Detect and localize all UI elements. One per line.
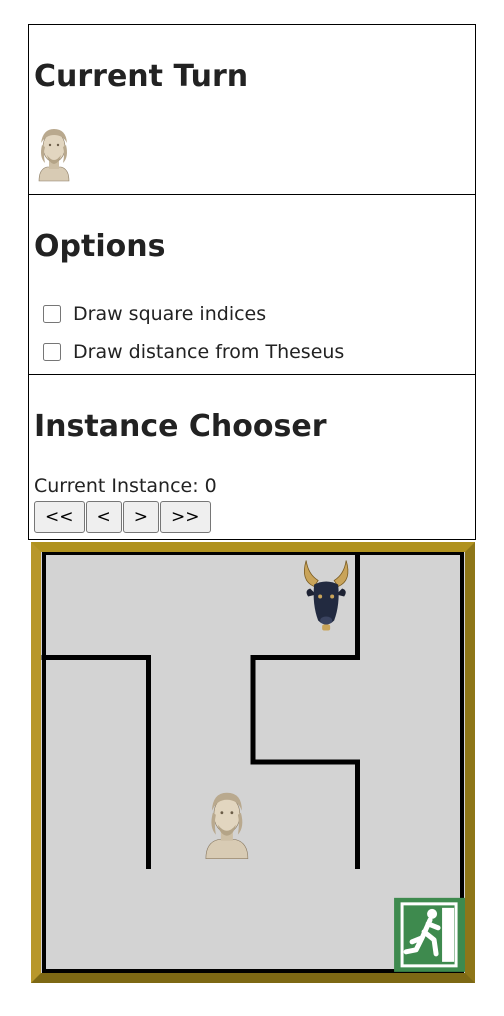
distance-checkbox[interactable]: [43, 343, 61, 361]
current-instance-label: Current Instance: 0: [34, 475, 217, 497]
square-indices-label: Draw square indices: [73, 303, 267, 325]
first-instance-button[interactable]: <<: [34, 501, 85, 533]
instance-chooser-title: Instance Chooser: [34, 409, 327, 444]
options-panel: Options Draw square indices Draw distanc…: [28, 194, 476, 376]
square-indices-checkbox[interactable]: [43, 305, 61, 323]
prev-instance-button[interactable]: <: [85, 501, 122, 533]
instance-chooser-panel: Instance Chooser Current Instance: 0 << …: [28, 374, 476, 540]
current-turn-panel: Current Turn: [28, 24, 476, 196]
option-distance-from-theseus[interactable]: Draw distance from Theseus: [43, 341, 344, 363]
current-turn-title: Current Turn: [34, 59, 249, 94]
last-instance-button[interactable]: >>: [160, 501, 211, 533]
distance-label: Draw distance from Theseus: [73, 341, 345, 363]
options-title: Options: [34, 229, 166, 264]
exit-sign-icon: [394, 897, 465, 972]
theseus-bust-icon: [38, 129, 70, 182]
maze-grid: [41, 552, 465, 973]
instance-nav: << < > >>: [34, 501, 212, 533]
next-instance-button[interactable]: >: [122, 501, 159, 533]
maze-board[interactable]: [31, 542, 475, 983]
option-square-indices[interactable]: Draw square indices: [43, 303, 266, 325]
